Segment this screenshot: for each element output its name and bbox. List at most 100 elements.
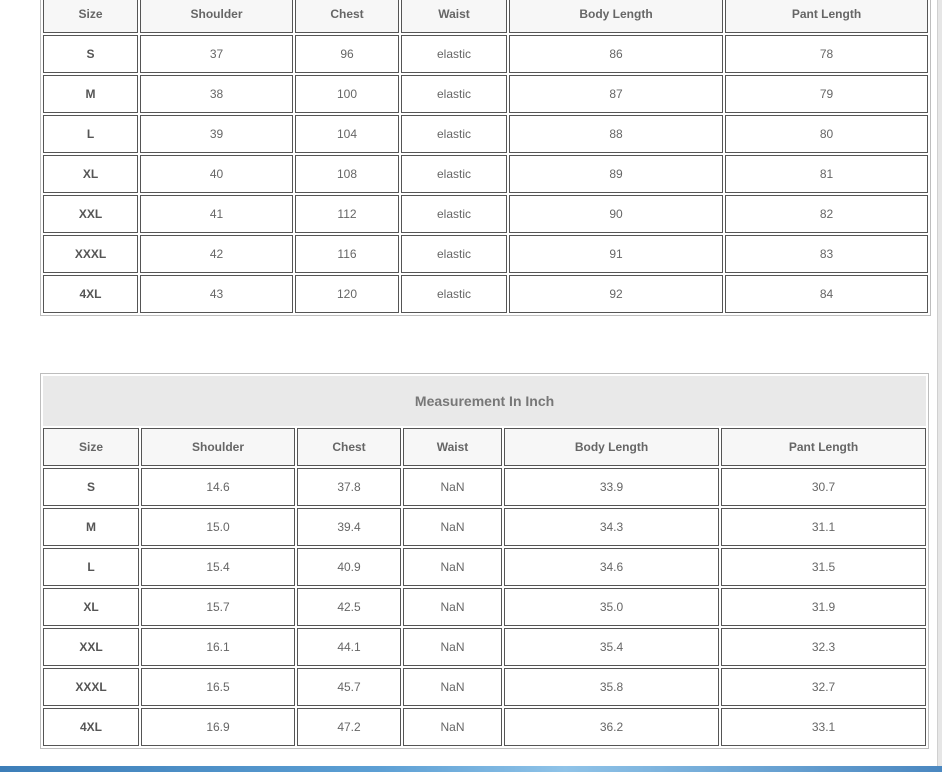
measurement-cell: 86 [509,35,723,73]
measurement-cell: elastic [401,115,507,153]
measurement-cell: 31.9 [721,588,927,626]
measurement-cell: 35.4 [504,628,719,666]
measurement-cell: elastic [401,75,507,113]
measurement-cell: 30.7 [721,468,927,506]
measurement-cell: 34.6 [504,548,719,586]
inch-header-body-length: Body Length [504,428,719,466]
table-row: XXL 16.1 44.1 NaN 35.4 32.3 [43,628,927,666]
measurement-cell: 31.1 [721,508,927,546]
measurement-cell: 15.7 [141,588,295,626]
inch-caption-row: Measurement In Inch [43,376,927,426]
cm-header-shoulder: Shoulder [140,0,293,33]
measurement-cell: 43 [140,275,293,313]
measurement-cell: 38 [140,75,293,113]
cm-size-table: Size Shoulder Chest Waist Body Length Pa… [40,0,931,316]
measurement-cell: 120 [295,275,399,313]
measurement-cell: 78 [725,35,928,73]
measurement-cell: elastic [401,195,507,233]
size-label-cell: M [43,75,138,113]
measurement-cell: elastic [401,275,507,313]
table-row: XXXL 42 116 elastic 91 83 [43,235,928,273]
measurement-cell: 15.0 [141,508,295,546]
measurement-cell: 37.8 [297,468,401,506]
inch-header-pant-length: Pant Length [721,428,927,466]
measurement-cell: NaN [403,548,502,586]
measurement-cell: 14.6 [141,468,295,506]
measurement-cell: 45.7 [297,668,401,706]
measurement-cell: 15.4 [141,548,295,586]
measurement-cell: 41 [140,195,293,233]
measurement-cell: NaN [403,708,502,746]
measurement-cell: elastic [401,155,507,193]
measurement-cell: NaN [403,668,502,706]
measurement-cell: 92 [509,275,723,313]
size-label-cell: XXL [43,195,138,233]
measurement-cell: 42 [140,235,293,273]
measurement-cell: 33.9 [504,468,719,506]
measurement-cell: 84 [725,275,928,313]
size-label-cell: XXXL [43,668,139,706]
cm-header-waist: Waist [401,0,507,33]
measurement-cell: 104 [295,115,399,153]
measurement-cell: 81 [725,155,928,193]
measurement-cell: 16.1 [141,628,295,666]
table-row: S 37 96 elastic 86 78 [43,35,928,73]
measurement-cell: 116 [295,235,399,273]
measurement-cell: 96 [295,35,399,73]
measurement-cell: NaN [403,508,502,546]
measurement-cell: 42.5 [297,588,401,626]
cm-header-row: Size Shoulder Chest Waist Body Length Pa… [43,0,928,33]
measurement-cell: 39.4 [297,508,401,546]
size-label-cell: S [43,468,139,506]
measurement-cell: elastic [401,235,507,273]
size-label-cell: XXL [43,628,139,666]
measurement-cell: 37 [140,35,293,73]
measurement-cell: 82 [725,195,928,233]
measurement-cell: NaN [403,588,502,626]
measurement-cell: 89 [509,155,723,193]
size-label-cell: L [43,548,139,586]
measurement-cell: 44.1 [297,628,401,666]
table-row: L 39 104 elastic 88 80 [43,115,928,153]
table-row: 4XL 43 120 elastic 92 84 [43,275,928,313]
measurement-cell: NaN [403,468,502,506]
measurement-cell: 34.3 [504,508,719,546]
cm-header-chest: Chest [295,0,399,33]
taskbar-strip [0,766,942,772]
measurement-cell: 47.2 [297,708,401,746]
measurement-cell: 35.0 [504,588,719,626]
table-row: L 15.4 40.9 NaN 34.6 31.5 [43,548,927,586]
measurement-cell: 90 [509,195,723,233]
measurement-cell: 91 [509,235,723,273]
table-row: 4XL 16.9 47.2 NaN 36.2 33.1 [43,708,927,746]
measurement-cell: 100 [295,75,399,113]
measurement-cell: 112 [295,195,399,233]
size-label-cell: M [43,508,139,546]
measurement-cell: 16.5 [141,668,295,706]
inch-header-shoulder: Shoulder [141,428,295,466]
inch-size-table: Measurement In Inch Size Shoulder Chest … [40,373,930,749]
cm-header-size: Size [43,0,138,33]
cm-table-body: S 37 96 elastic 86 78 M 38 100 elastic 87 79 L 39 104 e… [43,35,928,313]
table-row: M 38 100 elastic 87 79 [43,75,928,113]
measurement-cell: NaN [403,628,502,666]
measurement-cell: 32.7 [721,668,927,706]
cm-header-pant-length: Pant Length [725,0,928,33]
measurement-cell: 108 [295,155,399,193]
inch-header-waist: Waist [403,428,502,466]
inch-header-size: Size [43,428,139,466]
inch-header-row: Size Shoulder Chest Waist Body Length Pa… [43,428,927,466]
measurement-cell: 36.2 [504,708,719,746]
size-label-cell: L [43,115,138,153]
measurement-cell: 79 [725,75,928,113]
size-label-cell: XL [43,155,138,193]
inch-table-body: S 14.6 37.8 NaN 33.9 30.7 M 15.0 39.4 NaN 34.3 31.1… [43,468,927,746]
measurement-cell: 39 [140,115,293,153]
measurement-cell: 40.9 [297,548,401,586]
size-label-cell: XL [43,588,139,626]
measurement-cell: 32.3 [721,628,927,666]
measurement-cell: 40 [140,155,293,193]
table-row: XXXL 16.5 45.7 NaN 35.8 32.7 [43,668,927,706]
page-edge [938,0,942,766]
table-row: S 14.6 37.8 NaN 33.9 30.7 [43,468,927,506]
